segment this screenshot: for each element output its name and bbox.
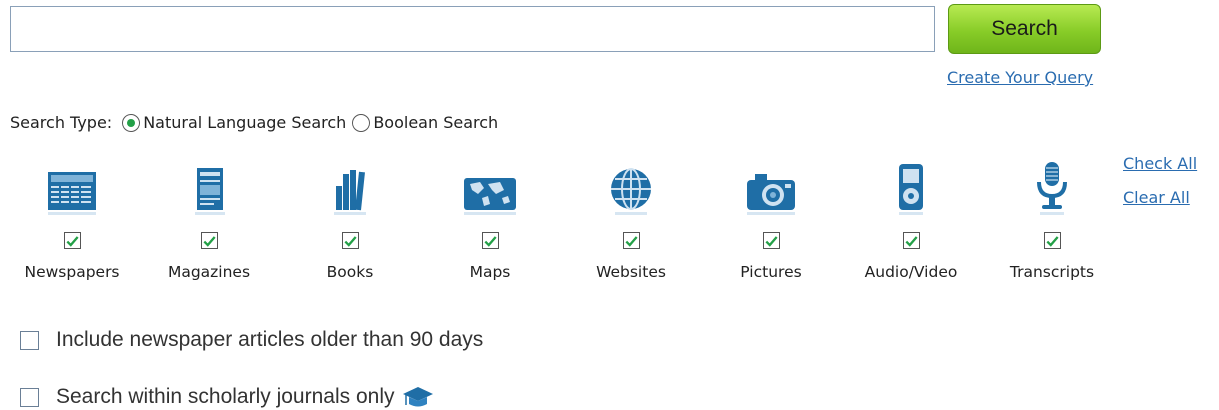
check-all-link[interactable]: Check All	[1123, 154, 1197, 173]
books-label: Books	[326, 263, 374, 281]
boolean-radio[interactable]	[352, 113, 371, 132]
category-books: Books	[288, 160, 412, 281]
clear-all-link[interactable]: Clear All	[1123, 188, 1190, 207]
category-websites: Websites	[569, 160, 693, 281]
search-button[interactable]: Search	[948, 4, 1101, 54]
search-type-label: Search Type:	[10, 113, 113, 132]
newspapers-label: Newspapers	[24, 263, 120, 281]
category-maps: Maps	[428, 160, 552, 281]
scholarly-journals-checkbox[interactable]	[20, 387, 39, 407]
boolean-label[interactable]: Boolean Search	[373, 113, 498, 132]
books-checkbox[interactable]	[341, 232, 359, 249]
natural-language-radio[interactable]	[122, 113, 141, 132]
transcripts-checkbox[interactable]	[1043, 232, 1061, 249]
older-articles-checkbox[interactable]	[20, 330, 39, 350]
pictures-checkbox[interactable]	[762, 232, 780, 249]
category-audio-video: Audio/Video	[849, 160, 973, 281]
magazines-label: Magazines	[167, 263, 251, 281]
scholarly-journals-option: Search within scholarly journals only	[20, 385, 435, 409]
natural-language-label[interactable]: Natural Language Search	[143, 113, 346, 132]
category-magazines: Magazines	[147, 160, 271, 281]
audio-video-label: Audio/Video	[864, 263, 958, 281]
newspapers-checkbox[interactable]	[63, 232, 81, 249]
graduation-cap-icon	[402, 387, 433, 407]
create-query-link[interactable]: Create Your Query	[947, 68, 1093, 87]
search-input[interactable]	[10, 6, 935, 52]
category-transcripts: Transcripts	[990, 160, 1114, 281]
maps-checkbox[interactable]	[481, 232, 499, 249]
category-pictures: Pictures	[709, 160, 833, 281]
radio-selected-dot	[127, 118, 136, 127]
audio-video-checkbox[interactable]	[902, 232, 920, 249]
pictures-label: Pictures	[740, 263, 802, 281]
older-articles-label[interactable]: Include newspaper articles older than 90…	[56, 328, 483, 352]
transcripts-label: Transcripts	[1009, 263, 1095, 281]
category-newspapers: Newspapers	[10, 160, 134, 281]
maps-label: Maps	[469, 263, 511, 281]
websites-checkbox[interactable]	[622, 232, 640, 249]
search-type-group: Search Type: Natural Language Search Boo…	[10, 113, 498, 132]
scholarly-journals-label[interactable]: Search within scholarly journals only	[56, 385, 395, 409]
older-articles-option: Include newspaper articles older than 90…	[20, 328, 483, 352]
magazines-checkbox[interactable]	[200, 232, 218, 249]
websites-label: Websites	[596, 263, 666, 281]
